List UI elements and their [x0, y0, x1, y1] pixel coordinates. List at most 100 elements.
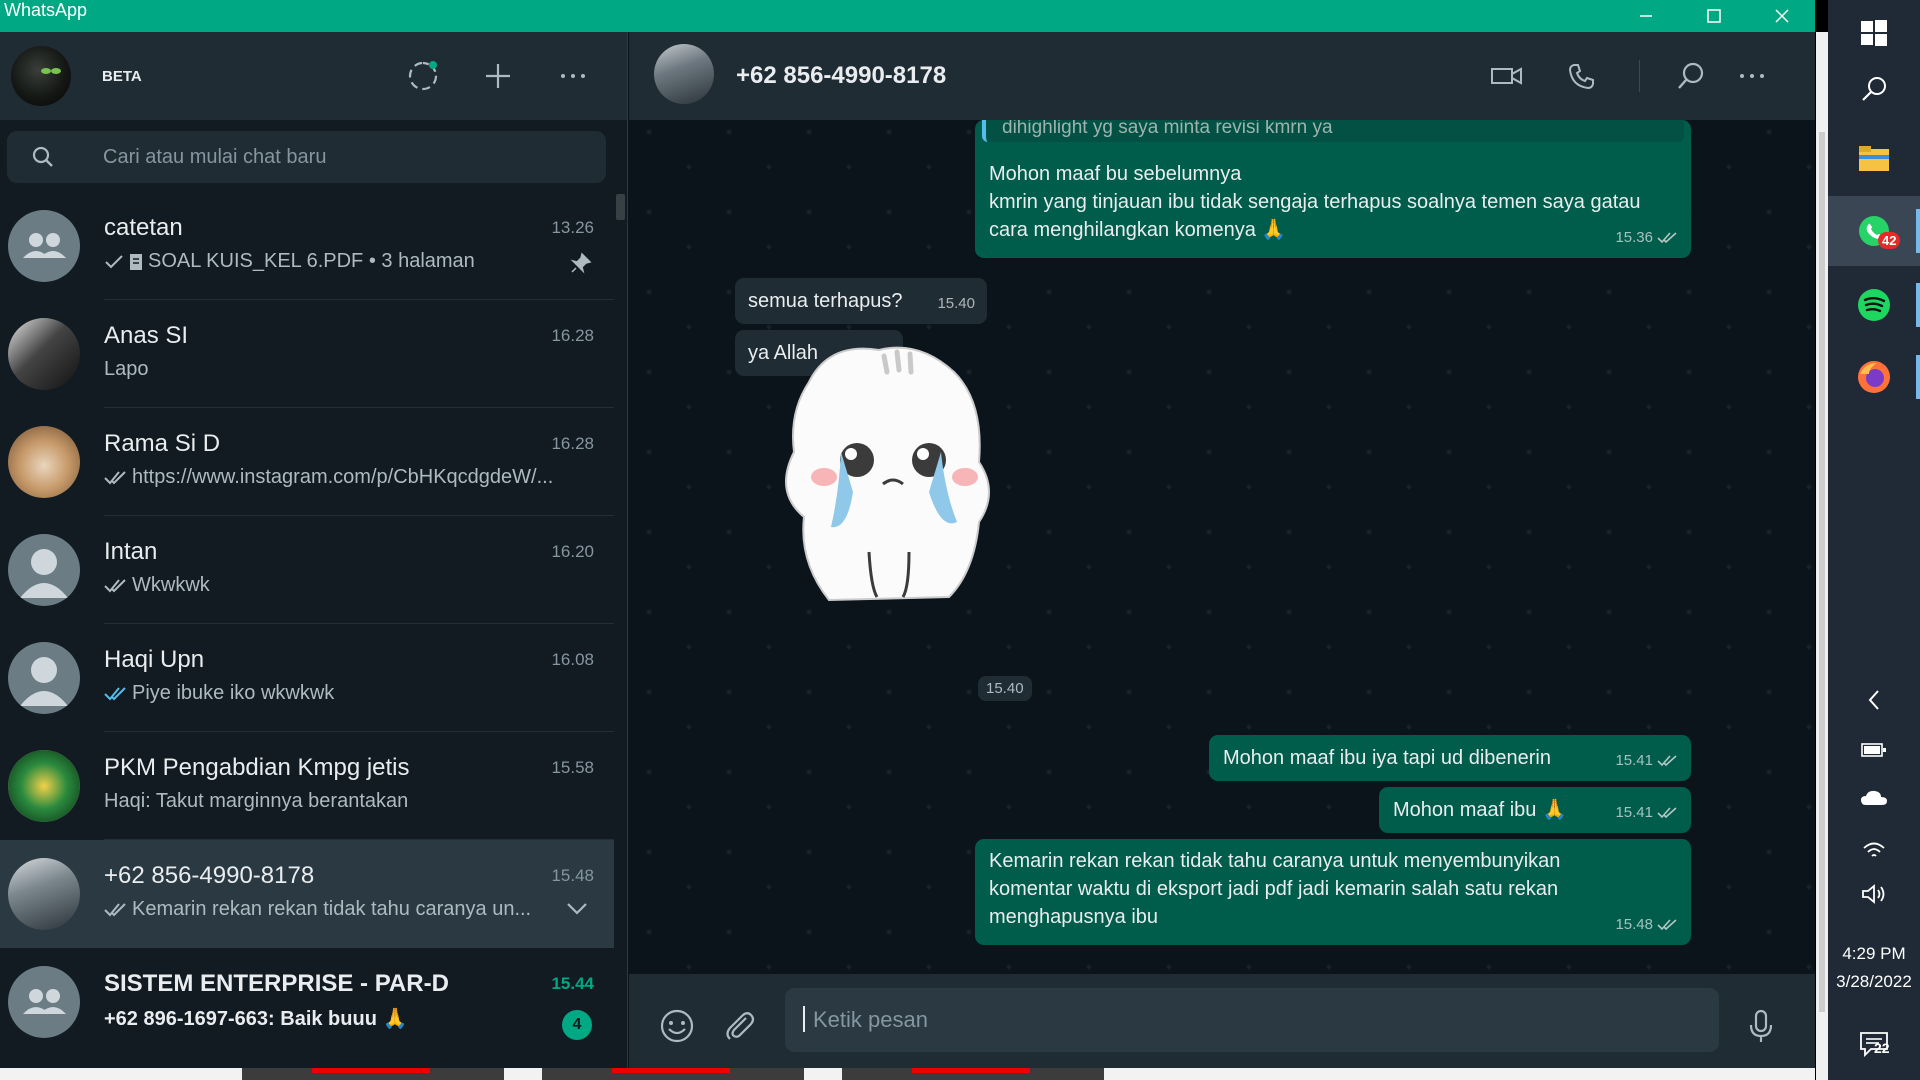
contact-avatar [8, 858, 80, 930]
window-title: WhatsApp [4, 0, 88, 20]
chat-preview: Kemarin rekan rekan tidak tahu caranya u… [104, 898, 544, 921]
windows-logo-icon [1861, 20, 1887, 46]
chat-preview: Haqi: Takut marginnya berantakan [104, 790, 409, 812]
message-bubble-outgoing[interactable]: Kemarin rekan rekan tidak tahu caranya u… [975, 839, 1691, 945]
clock-time: 4:29 PM [1842, 944, 1906, 963]
more-icon [561, 74, 585, 78]
pin-icon [570, 252, 592, 274]
search-chat-button[interactable] [1669, 54, 1713, 98]
chat-preview: Piye ibuke iko wkwkwk [104, 682, 584, 705]
window-scrollbar[interactable] [1816, 32, 1828, 1080]
minimize-button[interactable] [1613, 0, 1679, 32]
chat-item-rama-si-d[interactable]: Rama Si D 16.28 https://www.instagram.co… [0, 408, 614, 516]
maximize-button[interactable] [1681, 0, 1747, 32]
contact-name[interactable]: +62 856-4990-8178 [736, 62, 946, 90]
profile-avatar[interactable] [11, 46, 71, 106]
text-caret [803, 1006, 805, 1032]
folder-icon [1859, 146, 1889, 171]
wifi-icon [1863, 842, 1885, 857]
video-call-button[interactable] [1485, 54, 1529, 98]
chat-name: Intan [104, 538, 158, 565]
message-text: Mohon maaf bu sebelumnya kmrin yang tinj… [989, 163, 1641, 241]
search-input[interactable]: Cari atau mulai chat baru [103, 146, 326, 169]
close-icon [1775, 9, 1789, 23]
file-explorer-button[interactable] [1828, 134, 1920, 184]
close-button[interactable] [1749, 0, 1815, 32]
status-icon [408, 61, 438, 91]
message-bubble-outgoing[interactable]: dihighlight yg saya minta revisi kmrn ya… [975, 120, 1691, 258]
contact-avatar[interactable] [654, 44, 714, 104]
chat-time: 13.26 [551, 218, 594, 237]
battery-icon [1861, 743, 1886, 757]
chat-time: 16.28 [551, 434, 594, 453]
chat-item-anas-si[interactable]: Anas SI 16.28 Lapo [0, 300, 614, 408]
chat-item-haqi-upn[interactable]: Haqi Upn 16.08 Piye ibuke iko wkwkwk [0, 624, 614, 732]
volume-button[interactable] [1828, 874, 1920, 914]
chat-name: Haqi Upn [104, 646, 205, 673]
paperclip-icon [726, 1012, 755, 1040]
beta-label: BETA [102, 68, 142, 85]
whatsapp-unread-badge: 42 [1878, 232, 1901, 249]
message-bubble-outgoing[interactable]: Mohon maaf ibu iya tapi ud dibenerin 15.… [1209, 735, 1691, 781]
chat-preview: SOAL KUIS_KEL 6.PDF • 3 halaman [104, 250, 584, 273]
message-input[interactable]: Ketik pesan [785, 988, 1719, 1052]
chat-time: 15.48 [551, 866, 594, 885]
chat-item-sistem-enterprise[interactable]: SISTEM ENTERPRISE - PAR-D 15.44 +62 896-… [0, 948, 614, 1056]
crying-cat-sticker[interactable] [769, 342, 1029, 612]
video-camera-icon [1491, 67, 1522, 85]
status-button[interactable] [401, 54, 445, 98]
firefox-icon [1858, 361, 1890, 393]
search-box[interactable]: Cari atau mulai chat baru [7, 131, 606, 183]
read-tick-icon [104, 686, 126, 700]
chat-menu-button[interactable] [1730, 54, 1774, 98]
document-icon [130, 253, 142, 270]
voice-message-button[interactable] [1739, 1004, 1783, 1048]
start-button[interactable] [1828, 8, 1920, 58]
chat-item-62-856-4990-8178[interactable]: +62 856-4990-8178 15.48 Kemarin rekan re… [0, 840, 614, 948]
windows-taskbar: 42 4:29 PM 3/28/2022 22 [1828, 0, 1920, 1080]
network-button[interactable] [1828, 828, 1920, 868]
battery-button[interactable] [1828, 730, 1920, 770]
search-icon [32, 146, 53, 167]
sidebar-menu-button[interactable] [551, 54, 595, 98]
whatsapp-taskbar-button[interactable]: 42 [1828, 196, 1920, 266]
spotify-taskbar-button[interactable] [1828, 280, 1920, 330]
chat-name: SISTEM ENTERPRISE - PAR-D [104, 970, 449, 997]
delivered-tick-icon [104, 902, 126, 916]
message-text: Mohon maaf ibu 🙏 [1393, 799, 1567, 821]
taskbar-search-button[interactable] [1828, 64, 1920, 114]
maximize-icon [1707, 9, 1721, 23]
search-icon [1862, 77, 1886, 101]
message-bubble-outgoing[interactable]: Mohon maaf ibu 🙏 15.41 [1379, 787, 1691, 833]
chevron-left-icon [1868, 690, 1879, 710]
chat-item-intan[interactable]: Intan 16.20 Wkwkwk [0, 516, 614, 624]
show-hidden-icons-button[interactable] [1828, 680, 1920, 720]
chat-name: +62 856-4990-8178 [104, 862, 315, 889]
emoji-button[interactable] [655, 1004, 699, 1048]
chat-preview: https://www.instagram.com/p/CbHKqcdgdeW/… [104, 466, 584, 489]
search-icon [1678, 62, 1704, 89]
message-bubble-incoming[interactable]: semua terhapus? 15.40 [735, 278, 987, 324]
group-icon [23, 233, 66, 258]
chat-item-catetan[interactable]: catetan 13.26 SOAL KUIS_KEL 6.PDF • 3 ha… [0, 192, 614, 300]
window-thumbnail[interactable] [542, 1068, 804, 1080]
chat-time: 16.20 [551, 542, 594, 561]
chat-item-pkm-pengabdian[interactable]: PKM Pengabdian Kmpg jetis 15.58 Haqi: Ta… [0, 732, 614, 840]
quoted-message[interactable]: dihighlight yg saya minta revisi kmrn ya [982, 120, 1684, 142]
window-thumbnail[interactable] [242, 1068, 504, 1080]
attach-button[interactable] [718, 1004, 762, 1048]
new-chat-button[interactable] [476, 54, 520, 98]
chat-preview: Lapo [104, 358, 149, 380]
chat-list-pane: BETA Cari atau mulai chat baru catetan 1… [0, 32, 628, 1080]
delivered-tick-icon [1657, 807, 1677, 819]
window-thumbnail[interactable] [842, 1068, 1104, 1080]
voice-call-button[interactable] [1560, 54, 1604, 98]
message-meta: 15.41 [1615, 747, 1679, 775]
taskbar-clock[interactable]: 4:29 PM 3/28/2022 [1828, 940, 1920, 996]
firefox-taskbar-button[interactable] [1828, 352, 1920, 402]
title-bar: WhatsApp [0, 0, 1815, 32]
sticker-time: 15.40 [978, 676, 1032, 701]
onedrive-button[interactable] [1828, 778, 1920, 818]
chat-list-scrollbar[interactable] [616, 194, 625, 220]
chevron-down-icon[interactable] [566, 902, 588, 916]
